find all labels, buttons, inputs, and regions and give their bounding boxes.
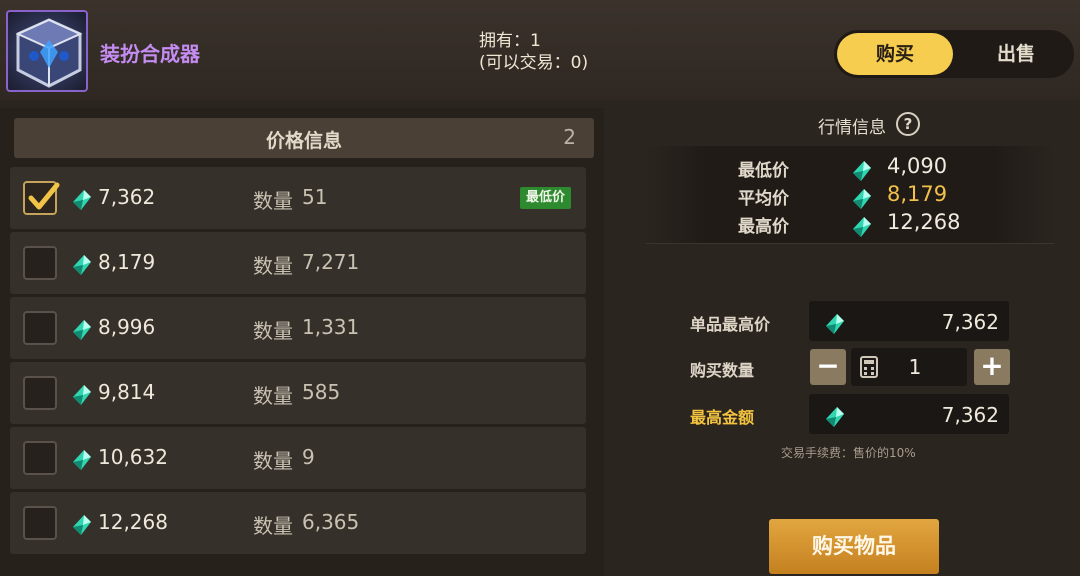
quantity-label: 购买数量 bbox=[690, 361, 755, 380]
fee-note: 交易手续费：售价的10% bbox=[781, 446, 916, 460]
item-cube-icon bbox=[6, 10, 88, 92]
quantity-field[interactable]: 1 bbox=[851, 348, 967, 386]
max-unit-price-field[interactable]: 7,362 bbox=[809, 301, 1009, 341]
row-qty-value: 7,271 bbox=[302, 250, 360, 274]
market-value: 12,268 bbox=[887, 210, 961, 234]
price-list-header: 价格信息 2 bbox=[14, 118, 594, 158]
buy-sell-tabs: 购买 出售 bbox=[834, 30, 1074, 78]
market-label: 最低价 bbox=[738, 161, 789, 181]
market-value: 4,090 bbox=[887, 154, 948, 178]
owned-count: 拥有：1 bbox=[479, 31, 541, 51]
row-qty-value: 585 bbox=[302, 380, 341, 404]
row-price: 7,362 bbox=[98, 185, 156, 209]
price-row[interactable]: 12,268 数量 6,365 bbox=[10, 492, 586, 554]
tab-sell[interactable]: 出售 bbox=[958, 33, 1074, 75]
market-row-lowest: 最低价 4,090 bbox=[646, 152, 1054, 181]
price-list-title: 价格信息 bbox=[265, 130, 342, 152]
market-row-average: 平均价 8,179 bbox=[646, 180, 1054, 209]
row-qty-value: 1,331 bbox=[302, 315, 360, 339]
gem-icon bbox=[72, 449, 92, 475]
row-checkbox[interactable] bbox=[23, 376, 57, 410]
market-info-title: 行情信息 bbox=[818, 118, 886, 138]
row-checkbox[interactable] bbox=[23, 246, 57, 280]
price-row[interactable]: 7,362 数量 51 最低价 bbox=[10, 167, 586, 229]
market-info-box: 最低价 4,090 平均价 8,179 最高价 12,268 bbox=[646, 146, 1054, 244]
gem-icon bbox=[72, 319, 92, 345]
row-qty-label: 数量 bbox=[253, 319, 293, 343]
row-price: 9,814 bbox=[98, 380, 156, 404]
row-checkbox[interactable] bbox=[23, 311, 57, 345]
market-row-highest: 最高价 12,268 bbox=[646, 208, 1054, 237]
gem-icon bbox=[825, 313, 845, 339]
row-qty-label: 数量 bbox=[253, 254, 293, 278]
row-qty-value: 51 bbox=[302, 185, 328, 209]
row-price: 10,632 bbox=[98, 445, 168, 469]
row-qty-label: 数量 bbox=[253, 514, 293, 538]
quantity-value: 1 bbox=[908, 355, 922, 379]
price-row[interactable]: 9,814 数量 585 bbox=[10, 362, 586, 424]
market-label: 最高价 bbox=[738, 217, 789, 237]
buy-item-button[interactable]: 购买物品 bbox=[769, 519, 939, 574]
max-unit-price-label: 单品最高价 bbox=[690, 315, 771, 334]
row-checkbox[interactable] bbox=[23, 441, 57, 475]
tradable-count: (可以交易：0) bbox=[479, 53, 589, 73]
row-checkbox[interactable] bbox=[23, 181, 60, 215]
gem-icon bbox=[852, 216, 872, 242]
help-icon[interactable]: ? bbox=[896, 112, 920, 136]
price-row[interactable]: 8,996 数量 1,331 bbox=[10, 297, 586, 359]
price-row[interactable]: 10,632 数量 9 bbox=[10, 427, 586, 489]
market-value: 8,179 bbox=[887, 182, 948, 206]
gem-icon bbox=[72, 514, 92, 540]
market-label: 平均价 bbox=[738, 189, 789, 209]
max-total-field: 7,362 bbox=[809, 394, 1009, 434]
decrease-quantity-button[interactable]: − bbox=[810, 349, 846, 385]
tab-buy[interactable]: 购买 bbox=[837, 33, 953, 75]
max-unit-price-value: 7,362 bbox=[941, 310, 999, 334]
gem-icon bbox=[72, 254, 92, 280]
increase-quantity-button[interactable]: + bbox=[974, 349, 1010, 385]
row-qty-label: 数量 bbox=[253, 449, 293, 473]
gem-icon bbox=[72, 189, 92, 215]
gem-icon bbox=[825, 406, 845, 432]
row-qty-value: 6,365 bbox=[302, 510, 360, 534]
item-name: 装扮合成器 bbox=[100, 42, 200, 66]
lowest-price-badge: 最低价 bbox=[520, 187, 572, 209]
row-qty-label: 数量 bbox=[253, 189, 293, 213]
row-qty-label: 数量 bbox=[253, 384, 293, 408]
row-checkbox[interactable] bbox=[23, 506, 57, 540]
gem-icon bbox=[72, 384, 92, 410]
max-total-label: 最高金额 bbox=[690, 408, 755, 427]
row-price: 8,996 bbox=[98, 315, 156, 339]
row-qty-value: 9 bbox=[302, 445, 315, 469]
price-list-count: 2 bbox=[563, 125, 576, 149]
max-total-value: 7,362 bbox=[941, 403, 999, 427]
row-price: 8,179 bbox=[98, 250, 156, 274]
price-row[interactable]: 8,179 数量 7,271 bbox=[10, 232, 586, 294]
owned-info: 拥有：1 (可以交易：0) bbox=[479, 30, 588, 74]
row-price: 12,268 bbox=[98, 510, 168, 534]
